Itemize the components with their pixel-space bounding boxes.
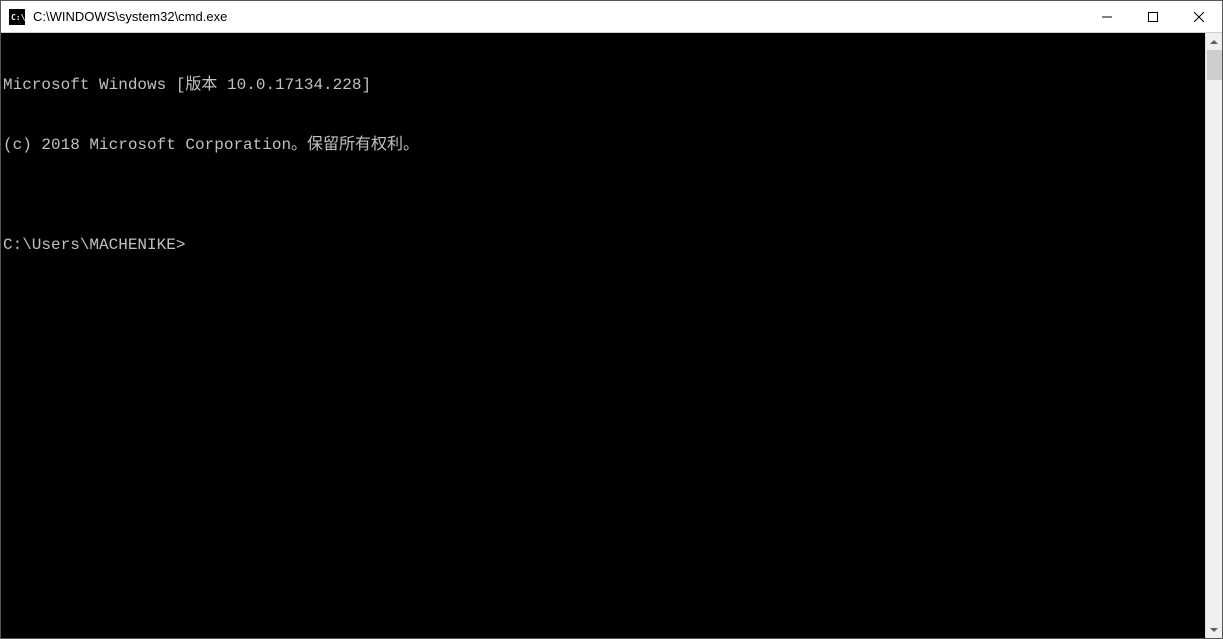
console-line-copyright: (c) 2018 Microsoft Corporation。保留所有权利。 <box>3 135 1203 155</box>
minimize-button[interactable] <box>1084 1 1130 32</box>
console-prompt-line: C:\Users\MACHENIKE> <box>3 235 1203 255</box>
cmd-icon: C:\ <box>9 9 25 25</box>
window-titlebar: C:\ C:\WINDOWS\system32\cmd.exe <box>1 1 1222 33</box>
close-button[interactable] <box>1176 1 1222 32</box>
scroll-down-button[interactable] <box>1206 621 1222 638</box>
window-title: C:\WINDOWS\system32\cmd.exe <box>33 9 1084 24</box>
scroll-thumb[interactable] <box>1207 50 1222 80</box>
scroll-up-button[interactable] <box>1206 33 1222 50</box>
console-line-version: Microsoft Windows [版本 10.0.17134.228] <box>3 75 1203 95</box>
console-output[interactable]: Microsoft Windows [版本 10.0.17134.228] (c… <box>1 33 1205 638</box>
console-wrap: Microsoft Windows [版本 10.0.17134.228] (c… <box>1 33 1222 638</box>
vertical-scrollbar[interactable] <box>1205 33 1222 638</box>
svg-text:C:\: C:\ <box>11 13 25 22</box>
console-prompt: C:\Users\MACHENIKE> <box>3 235 185 255</box>
window-controls <box>1084 1 1222 32</box>
maximize-button[interactable] <box>1130 1 1176 32</box>
